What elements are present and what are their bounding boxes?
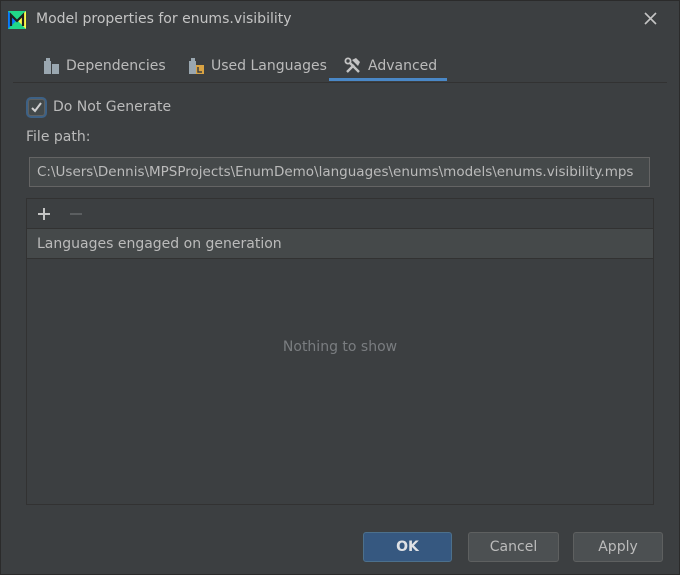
tab-bar: Dependencies Used Languages Advanced xyxy=(13,51,667,83)
plus-icon[interactable] xyxy=(34,204,54,224)
apply-button[interactable]: Apply xyxy=(573,532,663,562)
do-not-generate-checkbox[interactable]: Do Not Generate xyxy=(28,97,171,117)
languages-panel: Languages engaged on generation Nothing … xyxy=(26,198,654,505)
ok-button[interactable]: OK xyxy=(363,532,452,562)
table-header-languages: Languages engaged on generation xyxy=(27,229,653,259)
file-path-field[interactable]: C:\Users\Dennis\MPSProjects\EnumDemo\lan… xyxy=(29,157,650,187)
model-properties-dialog: Model properties for enums.visibility De… xyxy=(0,0,680,575)
tab-dependencies[interactable]: Dependencies xyxy=(43,51,166,80)
used-languages-icon xyxy=(189,57,204,74)
window-title: Model properties for enums.visibility xyxy=(36,11,292,27)
do-not-generate-label: Do Not Generate xyxy=(53,99,172,115)
cancel-button[interactable]: Cancel xyxy=(468,532,559,562)
checkmark-icon xyxy=(31,101,42,113)
tab-advanced-label: Advanced xyxy=(368,57,438,74)
title-bar: Model properties for enums.visibility xyxy=(1,1,679,39)
panel-toolbar xyxy=(27,199,653,229)
tab-used-languages[interactable]: Used Languages xyxy=(188,51,327,80)
close-icon[interactable] xyxy=(641,9,661,29)
wrench-hammer-icon xyxy=(344,57,360,73)
checkbox-box[interactable] xyxy=(28,98,45,116)
mps-logo-icon xyxy=(8,11,26,29)
empty-table-message: Nothing to show xyxy=(282,339,398,355)
tab-used-languages-label: Used Languages xyxy=(211,57,327,74)
active-tab-indicator xyxy=(329,78,447,81)
tab-advanced[interactable]: Advanced xyxy=(344,51,437,80)
file-path-label: File path: xyxy=(26,129,91,145)
dependencies-icon xyxy=(44,57,59,74)
minus-icon[interactable] xyxy=(66,204,86,224)
tab-dependencies-label: Dependencies xyxy=(66,57,166,74)
